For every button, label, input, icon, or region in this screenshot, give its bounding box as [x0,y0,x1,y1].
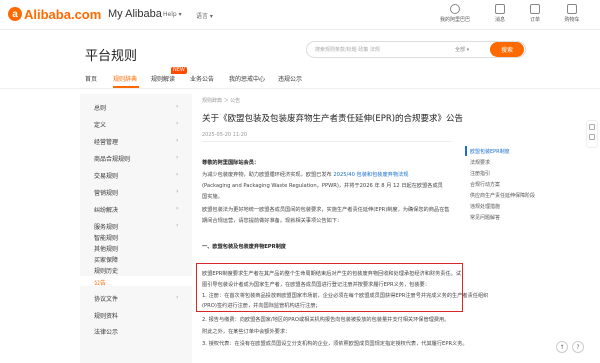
new-badge: NEW [171,67,187,74]
article-paragraph: 欧盟包装法为更好地统一欧盟各成员国间的包装要求，实施生产者责任延伸(EPR)制度… [202,207,450,213]
my-alibaba-title[interactable]: My Alibaba [108,8,162,20]
sidebar-item[interactable]: 协议文件 [94,294,118,303]
chevron-right-icon: › [176,137,179,144]
article-paragraph: 3. 授权代表：在没有在欧盟成员国设立分支机构的企业，须依照欧盟成员国规定指定授… [202,341,468,347]
top-right-item[interactable]: 消息 [480,4,520,23]
chevron-right-icon: › [176,154,179,161]
sidebar-item[interactable]: 规则历史 [94,266,118,275]
nav-rule-dictionary[interactable]: 规则辞典 [113,74,137,83]
back-to-top-icon[interactable]: ↑ [556,341,568,353]
chevron-right-icon: › [176,222,179,229]
nav-penalty-center[interactable]: 我的惩戒中心 [229,74,265,83]
sidebar-item[interactable]: 规则资料 [94,311,118,320]
article-paragraph: 为减少包装废弃物，助力欧盟循环经济实现，欧盟已发布 2025/40 包装和包装废… [202,172,409,178]
language-menu[interactable]: 语言 ▾ [196,11,213,20]
floating-toolbar[interactable] [586,120,598,148]
alibaba-logo-mark: a [8,7,22,21]
sidebar-item[interactable]: 服务规则 [94,222,118,231]
article-title: 关于《欧盟包装及包装废弃物生产者责任延伸(EPR)的合规要求》公告 [202,114,464,124]
toc-active-bar [465,146,467,156]
highlighted-text: (PRO)签约进行注册，并向国际监管机构进行注册； [202,303,321,309]
toc-item[interactable]: 供应商生产责任延伸保障阶段 [470,192,535,199]
regulation-link[interactable]: 2025/40 包装和包装废弃物法规 [333,172,408,178]
divider [202,141,452,142]
chevron-right-icon: › [176,205,179,212]
sidebar-item[interactable]: 交易规则 [94,171,118,180]
chevron-right-icon: › [176,188,179,195]
sidebar-item[interactable]: 其他规则 [94,244,118,253]
toc-item[interactable]: 欧盟包装EPR制度 [470,148,510,155]
article-paragraph: (Packaging and Packaging Waste Regulatio… [202,183,443,189]
article-greeting: 尊敬的阿里国际站会员： [202,160,260,166]
article-paragraph: 2. 报告与缴费：向欧盟各国家/地区的PRO或相关机构报告向包装被投放的包装量并… [202,317,450,323]
page-title: 平台规则 [85,49,138,64]
nav-violation-notice[interactable]: 违规公示 [278,74,302,83]
nav-home[interactable]: 首页 [85,74,97,83]
help-menu[interactable]: Help ▾ [163,11,182,18]
sidebar-item[interactable]: 法律公示 [94,327,118,336]
sidebar-item[interactable]: 纠纷解决 [94,205,118,214]
article-date: 2025-05-20 11:20 [202,132,248,138]
highlighted-text: 欧盟EPR制度要求生产者在其产品的整个生命周期结束后对产生的包装废弃物回收和处理… [202,271,462,277]
service-icon[interactable] [589,134,595,140]
breadcrumb[interactable]: 规则辞典 ＞ 公告 [202,97,240,104]
search-scope-select[interactable]: 全部 ▾ [455,46,495,53]
sidebar-item[interactable]: 智能规则 [94,233,118,242]
top-right-item[interactable]: 我的阿里巴巴 [435,4,475,23]
article-paragraph: 期间合规运营，请您提前做好准备。现就相关事项公告如下： [202,218,343,224]
sidebar-item[interactable]: 总则 [94,103,106,112]
nav-business-announcement[interactable]: 业务公告 [190,74,214,83]
brand-name: Alibaba.com [24,6,102,22]
sidebar-item[interactable]: 经营管理 [94,137,118,146]
top-right-item[interactable]: 购物车 [552,4,592,23]
nav-rule-interpretation[interactable]: 规则解读 [151,74,175,83]
toc-item[interactable]: 注册指引 [470,170,490,177]
feedback-icon[interactable] [589,124,595,130]
alibaba-logo[interactable]: a Alibaba.com [8,6,101,22]
toc-item[interactable]: 违规处理措施 [470,203,500,210]
chevron-right-icon: › [176,171,179,178]
order-icon [530,4,540,14]
chevron-right-icon: › [176,103,179,110]
help-icon[interactable]: ? [572,341,584,353]
toc-item[interactable]: 合规行动方案 [470,181,500,188]
sidebar-item-announcement[interactable]: 公告 [94,278,106,287]
sidebar-item[interactable]: 定义 [94,120,106,129]
article-paragraph: 国实施。 [202,194,223,200]
search-button[interactable]: 搜索 [490,42,524,57]
toc-item[interactable]: 常见问题解答 [470,214,500,221]
chevron-right-icon: › [176,120,179,127]
search-input[interactable]: 搜索规则条款/标题 政策 法规 [315,46,445,53]
toc-item[interactable]: 法规要求 [470,159,490,166]
highlighted-text: 1. 注册：在首次将包装商品投放到欧盟国家市场前，企业必须在每个欧盟成员国获得E… [202,293,489,299]
sidebar-item[interactable]: 买家保障 [94,255,118,264]
sidebar-item[interactable]: 营销规则 [94,188,118,197]
highlighted-text: 图引导包装设计者成为国家生产者，在欧盟各成员国进行登记注册并按要求履行EPR义务… [202,282,430,288]
nav-active-underline [113,86,139,88]
section-heading: 一、欧盟包装及包装废弃物EPR制度 [202,244,286,250]
user-icon [450,4,460,14]
chevron-right-icon: › [176,294,179,301]
message-icon [495,4,505,14]
cart-icon [567,4,577,14]
article-paragraph: 附此之外，在某些订单中会额外要求： [202,329,291,335]
top-right-item[interactable]: 订单 [515,4,555,23]
sidebar-item[interactable]: 商品合规规则 [94,154,130,163]
